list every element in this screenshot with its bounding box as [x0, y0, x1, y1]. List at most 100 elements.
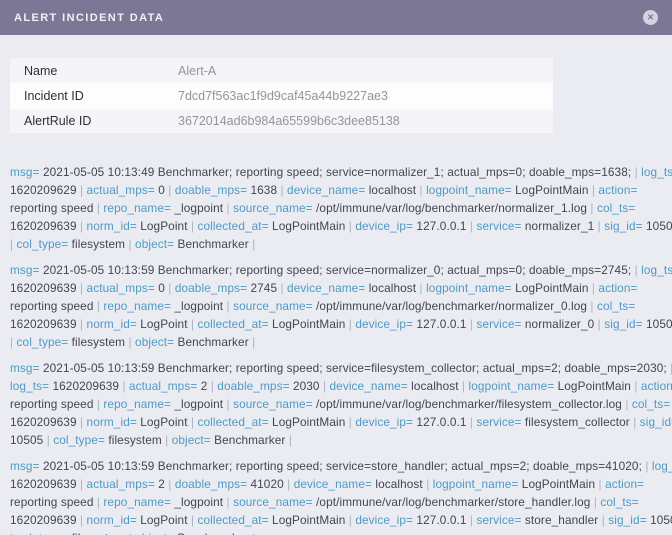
dialog-body: Name Alert-A Incident ID 7dcd7f563ac1f9d… — [0, 58, 672, 535]
log-separator: | — [223, 495, 234, 509]
log-key: object= — [135, 237, 175, 251]
log-key: logpoint_name= — [426, 183, 512, 197]
log-value: 1620209639 — [10, 415, 77, 429]
log-value: LogPointMain — [511, 183, 589, 197]
log-value: LogPointMain — [518, 477, 596, 491]
log-separator: | — [283, 477, 294, 491]
log-separator: | — [76, 477, 87, 491]
log-separator: | — [588, 183, 599, 197]
info-label: Incident ID — [24, 89, 84, 103]
log-key: actual_mps= — [86, 281, 155, 295]
log-value: Benchmarker — [174, 531, 249, 535]
log-value: 127.0.0.1 — [413, 513, 467, 527]
dialog-title: ALERT INCIDENT DATA — [14, 11, 165, 24]
log-key: device_ip= — [355, 219, 414, 233]
log-value: /opt/immune/var/log/benchmarker/normaliz… — [312, 299, 588, 313]
log-key: actual_mps= — [86, 477, 155, 491]
log-value: filesystem — [68, 335, 126, 349]
log-key: log_ts= — [651, 459, 672, 473]
log-separator: | — [319, 379, 330, 393]
log-value: LogPointMain — [268, 513, 346, 527]
log-value: LogPointMain — [511, 281, 589, 295]
log-key: norm_id= — [86, 415, 137, 429]
log-value: 2 — [154, 477, 165, 491]
log-value: 2021-05-05 10:13:49 Benchmarker; reporti… — [39, 165, 632, 179]
log-key: norm_id= — [86, 317, 137, 331]
log-separator: | — [631, 263, 642, 277]
close-icon: ✕ — [646, 12, 655, 23]
log-key: collected_at= — [197, 513, 269, 527]
log-key: doable_mps= — [174, 281, 248, 295]
log-entry: msg= 2021-05-05 10:13:59 Benchmarker; re… — [10, 457, 672, 535]
log-key: log_ts= — [641, 165, 672, 179]
log-line: 1620209629 | actual_mps= 0 | doable_mps=… — [10, 181, 672, 199]
log-separator: | — [93, 495, 104, 509]
log-separator: | — [285, 433, 292, 447]
log-key: col_ts= — [631, 397, 671, 411]
log-separator: | — [345, 513, 356, 527]
log-separator: | — [119, 379, 129, 393]
log-key: log_ts= — [10, 379, 50, 393]
log-key: col_type= — [53, 433, 105, 447]
log-separator: | — [187, 317, 198, 331]
log-key: source_name= — [233, 397, 313, 411]
log-value: normalizer_0 — [521, 317, 595, 331]
log-key: collected_at= — [197, 415, 269, 429]
log-value: 10505 — [646, 219, 672, 233]
log-separator: | — [466, 317, 477, 331]
log-separator: | — [641, 459, 652, 473]
log-separator: | — [187, 513, 198, 527]
log-line: reporting speed | repo_name= _logpoint |… — [10, 199, 672, 217]
log-value: filesystem — [68, 531, 125, 535]
log-entry: msg= 2021-05-05 10:13:49 Benchmarker; re… — [10, 163, 672, 253]
log-key: norm_id= — [86, 219, 137, 233]
log-value: localhost — [407, 379, 459, 393]
log-separator: | — [422, 477, 433, 491]
log-key: action= — [598, 183, 638, 197]
log-line: msg= 2021-05-05 10:13:49 Benchmarker; re… — [10, 163, 672, 181]
info-label: AlertRule ID — [24, 114, 92, 128]
log-value: 1620209639 — [10, 513, 77, 527]
log-separator: | — [223, 201, 234, 215]
log-value: 127.0.0.1 — [413, 317, 467, 331]
log-value: 41020 — [247, 477, 284, 491]
log-value: Benchmarker — [174, 335, 249, 349]
log-separator: | — [93, 397, 104, 411]
log-key: doable_mps= — [217, 379, 290, 393]
log-key: msg= — [10, 263, 40, 277]
log-value: reporting speed — [10, 495, 94, 509]
log-separator: | — [630, 379, 641, 393]
log-key: service= — [476, 415, 522, 429]
log-key: col_ts= — [596, 299, 636, 313]
log-value: _logpoint — [170, 397, 224, 411]
log-key: col_type= — [16, 335, 69, 349]
log-line: | col_type= filesystem | object= Benchma… — [10, 333, 672, 351]
info-value: 3672014ad6b984a65599b6c3dee85138 — [178, 114, 400, 128]
log-separator: | — [76, 513, 87, 527]
log-value: 1638 — [247, 183, 278, 197]
log-value: /opt/immune/var/log/benchmarker/filesyst… — [312, 397, 622, 411]
log-line: 1620209639 | norm_id= LogPoint | collect… — [10, 413, 672, 431]
log-value: 1620209629 — [10, 183, 77, 197]
log-separator: | — [598, 513, 609, 527]
log-separator: | — [76, 219, 87, 233]
log-key: sig_id= — [604, 317, 643, 331]
log-value: filesystem — [104, 433, 162, 447]
log-value: _logpoint — [170, 201, 224, 215]
log-value: LogPointMain — [554, 379, 631, 393]
log-line: msg= 2021-05-05 10:13:59 Benchmarker; re… — [10, 457, 672, 475]
close-button[interactable]: ✕ — [643, 10, 658, 25]
log-key: col_ts= — [596, 201, 636, 215]
log-separator: | — [125, 335, 136, 349]
log-key: sig_id= — [604, 219, 643, 233]
log-key: service= — [476, 317, 522, 331]
log-line: reporting speed | repo_name= _logpoint |… — [10, 297, 672, 315]
log-key: source_name= — [233, 299, 313, 313]
log-value: reporting speed — [10, 397, 94, 411]
log-value: 10505 — [10, 433, 44, 447]
info-row-name: Name Alert-A — [10, 58, 553, 83]
log-separator: | — [223, 397, 234, 411]
log-separator: | — [249, 531, 256, 535]
log-line: | col_type= filesystem | object= Benchma… — [10, 235, 672, 253]
log-value: Benchmarker — [210, 433, 286, 447]
